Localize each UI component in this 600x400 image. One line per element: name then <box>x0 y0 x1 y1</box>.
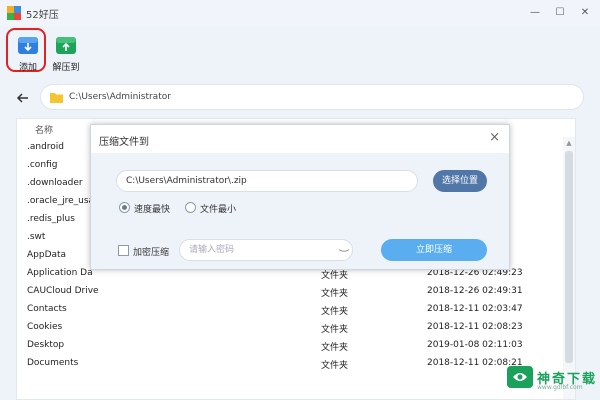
row-name: .downloader <box>27 178 83 188</box>
encrypt-label: 加密压缩 <box>133 248 170 258</box>
table-row[interactable]: Documents 文件夹 2018-12-11 02:08:21 <box>17 355 561 373</box>
watermark-logo-icon <box>507 366 533 388</box>
dialog-close-button[interactable]: × <box>489 130 500 145</box>
compress-now-button[interactable]: 立即压缩 <box>381 239 487 261</box>
row-date: 2019-01-08 02:11:03 <box>427 340 523 350</box>
add-button-label: 添加 <box>18 63 37 73</box>
radio-fastest-label: 速度最快 <box>134 205 171 215</box>
row-date: 2018-12-11 02:03:47 <box>427 304 523 314</box>
row-name: Application Da <box>27 268 93 278</box>
row-type: 文件夹 <box>321 343 349 353</box>
maximize-button[interactable]: ☐ <box>551 4 569 22</box>
row-type: 文件夹 <box>321 307 349 317</box>
password-input[interactable]: 请输入密码 <box>179 239 353 261</box>
dialog-title: 压缩文件到 <box>99 137 149 148</box>
dialog-body: C:\Users\Administrator\.zip 选择位置 速度最快 文件… <box>91 153 509 269</box>
scrollbar-thumb[interactable] <box>565 151 573 363</box>
row-name: Contacts <box>27 304 67 314</box>
encrypt-checkbox[interactable] <box>118 245 129 256</box>
eye-closed-icon[interactable] <box>339 249 349 253</box>
scroll-up-arrow-icon[interactable]: ▲ <box>564 139 574 147</box>
folder-icon <box>50 93 63 103</box>
row-name: .config <box>27 160 58 170</box>
row-name: .oracle_jre_usa <box>27 196 95 206</box>
row-date: 2018-12-11 02:08:23 <box>427 322 523 332</box>
row-name: .swt <box>27 232 46 242</box>
back-arrow-icon[interactable] <box>16 91 30 105</box>
table-row[interactable]: CAUCloud Drive 文件夹 2018-12-26 02:49:31 <box>17 283 561 301</box>
extract-icon <box>56 37 76 54</box>
vertical-scrollbar[interactable]: ▲ <box>563 137 575 399</box>
output-path-input[interactable]: C:\Users\Administrator\.zip <box>116 170 418 192</box>
choose-location-button[interactable]: 选择位置 <box>433 170 487 192</box>
row-type: 文件夹 <box>321 325 349 335</box>
radio-smallest-label: 文件最小 <box>200 205 237 215</box>
row-name: CAUCloud Drive <box>27 286 99 296</box>
row-name: Documents <box>27 358 79 368</box>
path-field[interactable]: C:\Users\Administrator <box>40 84 584 110</box>
row-type: 文件夹 <box>321 361 349 371</box>
title-bar: 52好压 — ☐ ✕ <box>0 0 600 26</box>
table-row[interactable]: Contacts 文件夹 2018-12-11 02:03:47 <box>17 301 561 319</box>
table-row[interactable]: Desktop 文件夹 2019-01-08 02:11:03 <box>17 337 561 355</box>
row-name: AppData <box>27 250 67 260</box>
add-button[interactable]: 添加 <box>6 28 46 73</box>
site-watermark: 神奇下载 www.gdlbf.com <box>503 362 599 396</box>
toolbar: 添加 解压到 <box>0 26 600 74</box>
radio-smallest-dot[interactable] <box>185 202 196 213</box>
extract-to-label: 解压到 <box>52 63 80 73</box>
watermark-url: www.gdlbf.com <box>537 384 583 391</box>
address-bar: C:\Users\Administrator <box>0 80 600 116</box>
compress-dialog: 压缩文件到 × C:\Users\Administrator\.zip 选择位置… <box>90 124 510 270</box>
row-date: 2018-12-26 02:49:31 <box>427 286 523 296</box>
window-title: 52好压 <box>26 10 59 21</box>
app-logo-icon <box>7 6 21 20</box>
close-window-button[interactable]: ✕ <box>576 4 594 22</box>
row-name: Desktop <box>27 340 65 350</box>
row-name: Cookies <box>27 322 63 332</box>
row-type: 文件夹 <box>321 289 349 299</box>
radio-fastest-dot[interactable] <box>119 202 130 213</box>
row-name: .android <box>27 142 65 152</box>
column-header-name[interactable]: 名称 <box>35 123 53 136</box>
minimize-button[interactable]: — <box>526 4 544 22</box>
add-archive-icon <box>18 37 38 54</box>
extract-to-button[interactable]: 解压到 <box>46 30 86 73</box>
current-path: C:\Users\Administrator <box>69 92 171 102</box>
row-name: .redis_plus <box>27 214 75 224</box>
table-row[interactable]: Cookies 文件夹 2018-12-11 02:08:23 <box>17 319 561 337</box>
